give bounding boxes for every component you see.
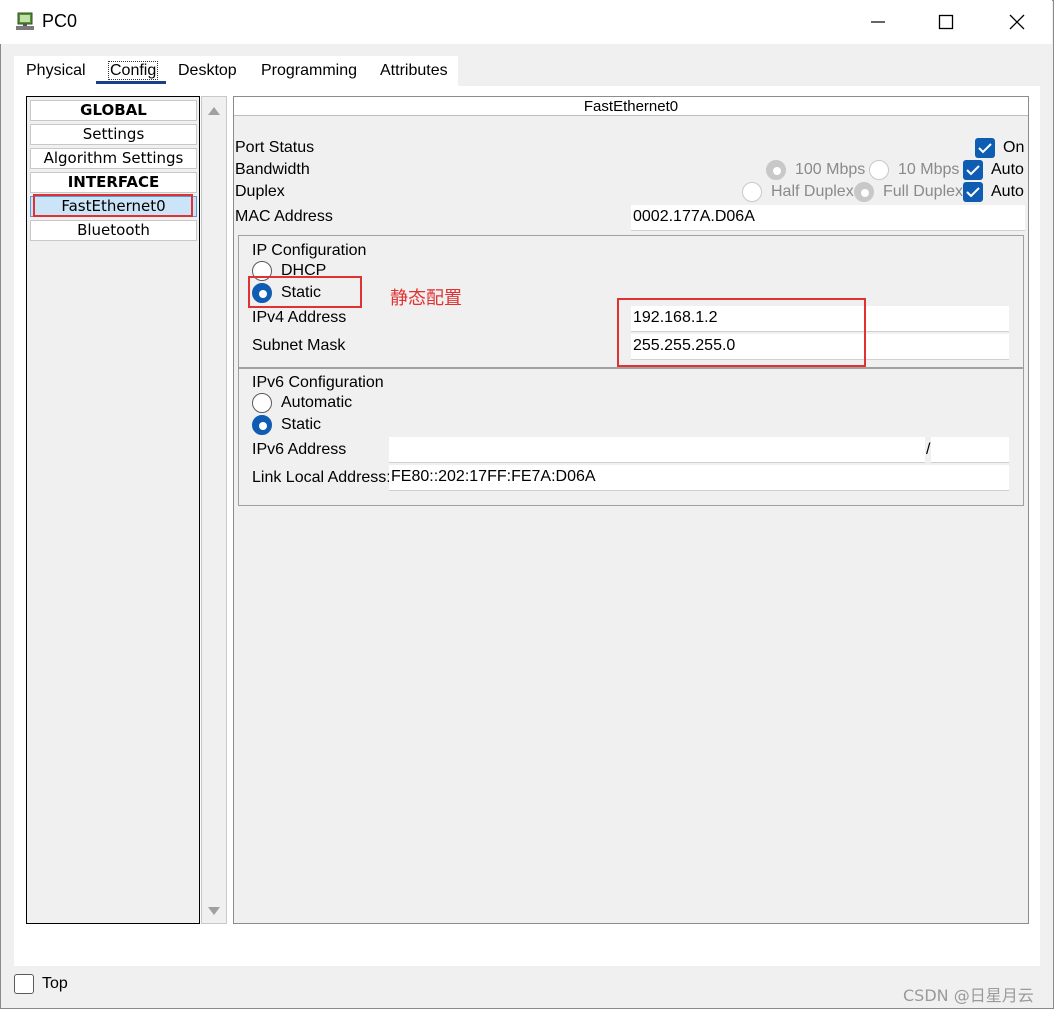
mac-address-label: MAC Address (235, 208, 333, 225)
close-icon (1009, 14, 1025, 30)
full-duplex-label: Full Duplex (883, 183, 964, 200)
maximize-button[interactable] (911, 0, 981, 44)
bandwidth-100-radio[interactable] (766, 160, 786, 180)
checkmark-icon (966, 165, 980, 176)
minimize-icon (871, 21, 885, 23)
ipv4-address-label: IPv4 Address (252, 309, 347, 326)
tab-config[interactable]: Config (108, 61, 159, 80)
ipv6-static-label: Static (281, 416, 322, 433)
window-title: PC0 (42, 11, 78, 31)
tab-config-label: Config (108, 61, 159, 80)
mac-address-field[interactable]: 0002.177A.D06A (631, 205, 1025, 231)
bandwidth-10-radio[interactable] (869, 160, 889, 180)
port-status-on-checkbox[interactable] (975, 138, 995, 158)
tab-programming[interactable]: Programming (261, 62, 357, 80)
close-button[interactable] (982, 0, 1052, 44)
annotation-static-config-text: 静态配置 (390, 288, 462, 309)
maximize-icon (938, 14, 954, 30)
ipv6-static-radio[interactable] (252, 415, 272, 435)
sidebar-scrollbar[interactable] (201, 96, 227, 924)
duplex-label: Duplex (235, 183, 285, 200)
ipv6-address-field[interactable] (389, 437, 925, 463)
link-local-address-label: Link Local Address: (252, 469, 391, 486)
sidebar-item-bluetooth[interactable]: Bluetooth (30, 220, 197, 241)
duplex-auto-label: Auto (991, 183, 1024, 200)
sidebar-item-interface[interactable]: INTERFACE (30, 172, 197, 193)
watermark: CSDN @日星月云 (903, 986, 1034, 1005)
interface-title: FastEthernet0 (234, 97, 1028, 116)
top-checkbox[interactable] (14, 974, 34, 994)
scroll-down-icon[interactable] (208, 907, 220, 915)
ip-configuration-title: IP Configuration (252, 242, 367, 259)
minimize-button[interactable] (843, 0, 913, 44)
selected-tab-indicator (96, 81, 166, 84)
ipv6-configuration-title: IPv6 Configuration (252, 374, 384, 391)
ipv6-prefix-field[interactable] (931, 437, 1009, 463)
sidebar-item-settings[interactable]: Settings (30, 124, 197, 145)
half-duplex-radio[interactable] (742, 182, 762, 202)
tab-desktop[interactable]: Desktop (178, 62, 237, 80)
annotation-highlight-static (248, 276, 362, 308)
full-duplex-radio[interactable] (854, 182, 874, 202)
ipv6-automatic-radio[interactable] (252, 393, 272, 413)
tab-attributes[interactable]: Attributes (380, 62, 448, 80)
bandwidth-label: Bandwidth (235, 161, 310, 178)
subnet-mask-label: Subnet Mask (252, 337, 346, 354)
bandwidth-10-label: 10 Mbps (898, 161, 960, 178)
tab-physical[interactable]: Physical (26, 62, 86, 80)
port-status-label: Port Status (235, 139, 315, 156)
port-status-on-label: On (1003, 139, 1025, 156)
annotation-highlight-interface (33, 194, 193, 217)
ipv6-address-label: IPv6 Address (252, 441, 347, 458)
tab-bar: Physical Config Desktop Programming Attr… (14, 56, 458, 86)
checkmark-icon (978, 143, 992, 154)
scroll-up-icon[interactable] (208, 107, 220, 115)
duplex-auto-checkbox[interactable] (963, 182, 983, 202)
ipv6-automatic-label: Automatic (281, 394, 353, 411)
top-label: Top (42, 975, 68, 992)
pc-icon (14, 10, 38, 34)
annotation-highlight-ip-fields (617, 298, 866, 367)
sidebar-item-algorithm-settings[interactable]: Algorithm Settings (30, 148, 197, 169)
bandwidth-auto-checkbox[interactable] (963, 160, 983, 180)
checkmark-icon (966, 187, 980, 198)
ipv6-prefix-separator: / (926, 441, 931, 458)
half-duplex-label: Half Duplex (771, 183, 854, 200)
bandwidth-100-label: 100 Mbps (795, 161, 866, 178)
sidebar[interactable]: GLOBAL Settings Algorithm Settings INTER… (26, 96, 200, 924)
sidebar-item-global[interactable]: GLOBAL (30, 100, 197, 121)
link-local-address-field[interactable]: FE80::202:17FF:FE7A:D06A (389, 465, 1009, 491)
bandwidth-auto-label: Auto (991, 161, 1024, 178)
